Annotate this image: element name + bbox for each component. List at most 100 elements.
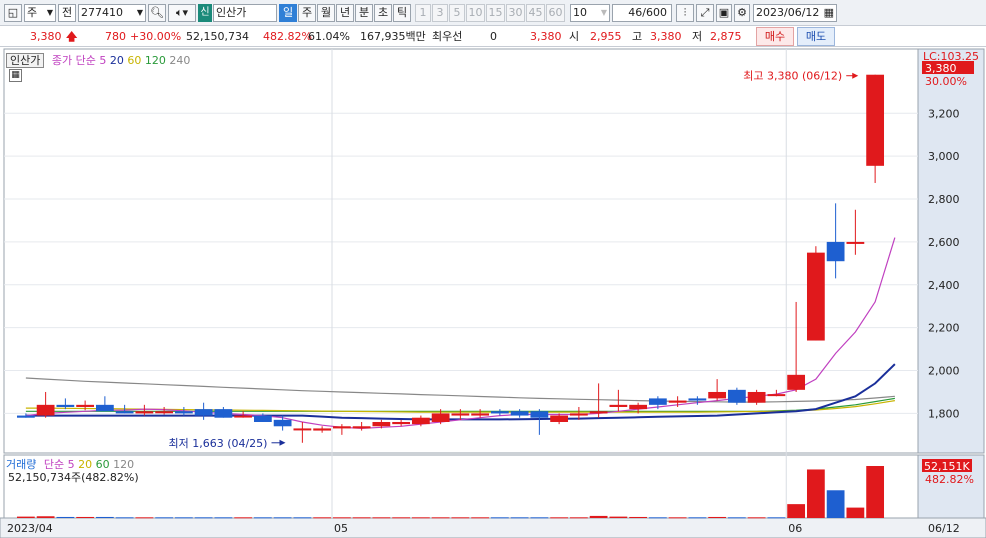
candle-body <box>806 252 825 341</box>
candle-body <box>36 404 55 416</box>
sell-button[interactable]: 매도 <box>797 27 835 46</box>
interval-button-0[interactable]: 1 <box>415 4 431 22</box>
window-menu-icon[interactable]: ◱ <box>4 4 22 22</box>
price-legend-title: 종가 단순 <box>51 54 96 67</box>
candle-body <box>56 404 75 407</box>
chevron-down-icon: ▼ <box>136 8 143 17</box>
best-bid-value: 0 <box>490 30 497 43</box>
interval-button-4[interactable]: 15 <box>486 4 505 22</box>
volume-bar <box>629 516 648 518</box>
candle-body <box>490 411 509 414</box>
candle-body <box>648 398 667 405</box>
candle-body <box>629 404 648 410</box>
interval-select[interactable]: 10 ▼ <box>570 4 610 22</box>
stock-name-field[interactable]: 인산가 <box>213 4 277 22</box>
quote-bar: 3,380 🡅 780 +30.00% 52,150,734 482.82% 6… <box>0 26 986 47</box>
candle-body <box>135 411 154 414</box>
candle-body <box>273 419 292 427</box>
search-icon[interactable]: 🔍︎ <box>148 4 166 22</box>
speaker-icon[interactable]: 🔈︎▾ <box>168 4 196 22</box>
volume-bar <box>727 517 746 519</box>
candle-body <box>352 426 371 429</box>
save-icon[interactable]: ▣ <box>716 4 732 22</box>
ma60-legend: 60 <box>127 54 142 67</box>
candle-body <box>16 415 35 418</box>
volume-bar <box>253 517 272 519</box>
volume-bar <box>569 517 588 519</box>
open-value: 2,955 <box>590 30 622 43</box>
tab-period-0[interactable]: 일 <box>279 4 297 22</box>
candle-body <box>313 428 332 431</box>
tab-period-3[interactable]: 년 <box>336 4 354 22</box>
volume-value: 52,150,734 <box>186 30 249 43</box>
volume-bar <box>352 517 371 519</box>
price-tick-label: 2,800 <box>928 193 960 206</box>
candle-body <box>253 415 272 422</box>
tab-period-5[interactable]: 초 <box>374 4 392 22</box>
candle-body <box>332 426 351 429</box>
candle-body <box>471 413 490 416</box>
volume-bar <box>490 517 509 519</box>
date-axis-label: 2023/04 <box>7 522 53 535</box>
volume-bar <box>135 517 154 519</box>
volume-bar <box>392 517 411 519</box>
date-axis-bar <box>0 517 986 538</box>
tab-period-2[interactable]: 월 <box>317 4 335 22</box>
candle-type-icon[interactable]: ⫶ <box>676 4 694 22</box>
volume-bar <box>471 517 490 519</box>
price-tick-label: 2,000 <box>928 365 960 378</box>
tab-period-4[interactable]: 분 <box>355 4 373 22</box>
volume-bar <box>767 517 786 519</box>
interval-button-7[interactable]: 60 <box>546 4 565 22</box>
interval-button-5[interactable]: 30 <box>506 4 525 22</box>
candle-body <box>589 411 608 414</box>
date-axis-label: 06 <box>788 522 802 535</box>
candle-body <box>293 428 312 431</box>
tab-period-1[interactable]: 주 <box>298 4 316 22</box>
low-annotation: 최저 1,663 (04/25) <box>168 437 267 450</box>
interval-button-6[interactable]: 45 <box>526 4 545 22</box>
price-plot-frame <box>3 48 919 454</box>
tab-period-6[interactable]: 틱 <box>393 4 411 22</box>
volume-bar <box>194 517 213 519</box>
volume-bar <box>846 507 865 518</box>
volume-ratio: 482.82% <box>263 30 312 43</box>
count-field[interactable]: 46/600 <box>612 4 672 22</box>
price-panel-title[interactable]: 인산가 <box>6 53 45 68</box>
candle-body <box>95 404 114 412</box>
count-total: /600 <box>642 6 667 19</box>
settings-gear-icon[interactable]: ⚙ <box>734 4 750 22</box>
volume-bar <box>36 516 55 518</box>
date-field[interactable]: 2023/06/12 ▦ <box>753 4 837 22</box>
volume-bar <box>214 517 233 519</box>
interval-button-2[interactable]: 5 <box>449 4 465 22</box>
code-input[interactable]: 277410 ▼ <box>78 4 146 22</box>
candle-body <box>569 413 588 416</box>
best-bid-label: 최우선 <box>432 30 463 43</box>
turnover-ratio: 61.04% <box>308 30 350 43</box>
volume-tag: 52,151K <box>924 460 970 473</box>
trade-amount: 167,935백만 <box>360 30 426 43</box>
interval-button-1[interactable]: 3 <box>432 4 448 22</box>
price-tick-label: 1,800 <box>928 407 960 420</box>
chevron-down-icon: ▼ <box>600 8 607 17</box>
interval-button-3[interactable]: 10 <box>466 4 485 22</box>
date-axis-label: 05 <box>334 522 348 535</box>
volume-bar <box>431 517 450 519</box>
candle-body <box>115 411 134 414</box>
price-tick-label: 2,200 <box>928 322 960 335</box>
buy-button[interactable]: 매수 <box>756 27 794 46</box>
kind-button[interactable]: 전 <box>58 4 76 22</box>
ma20-legend: 20 <box>109 54 124 67</box>
best-ask-value: 3,380 <box>530 30 562 43</box>
price-tick-label: 3,200 <box>928 107 960 120</box>
volume-bar <box>155 517 174 519</box>
volume-bar <box>530 517 549 519</box>
grid-table-icon[interactable]: ▦ <box>9 69 22 82</box>
volume-bar <box>510 517 529 519</box>
volume-summary: 52,150,734주(482.82%) <box>8 471 139 484</box>
candle-body <box>510 411 529 416</box>
draw-tool-icon[interactable]: ⤢ <box>696 4 714 22</box>
open-label: 시 <box>569 30 580 43</box>
market-select[interactable]: 주 ▼ <box>24 4 56 22</box>
